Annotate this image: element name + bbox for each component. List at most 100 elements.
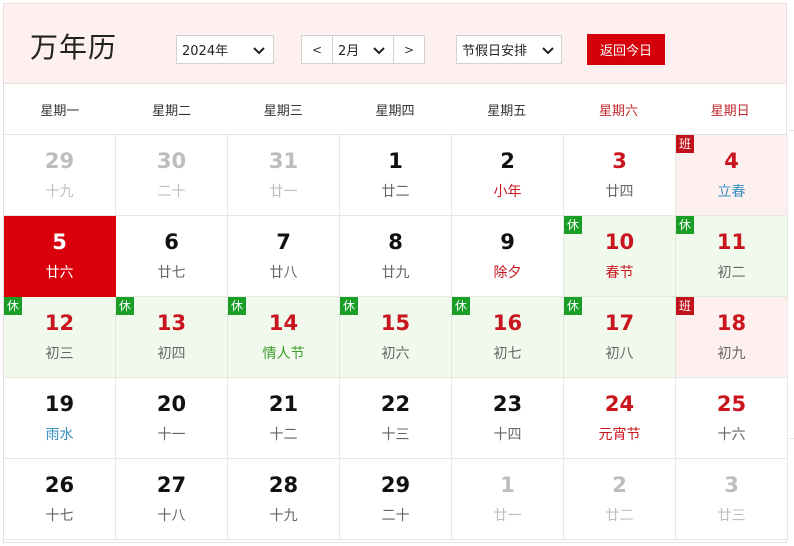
day-number: 6 <box>164 230 179 254</box>
calendar-day-cell[interactable]: 班 4 立春 <box>676 135 788 216</box>
lunar-date: 十二 <box>269 427 298 443</box>
lunar-date: 立春 <box>717 184 746 200</box>
day-number: 15 <box>380 311 411 335</box>
calendar-day-cell[interactable]: 2 小年 <box>452 135 564 216</box>
calendar-day-cell[interactable]: 28 十九 <box>228 459 340 540</box>
day-number: 8 <box>388 230 403 254</box>
calendar-day-cell[interactable]: 7 廿八 <box>228 216 340 297</box>
lunar-date: 初四 <box>157 346 186 362</box>
month-select[interactable]: 2月 <box>332 36 394 63</box>
page-title: 万年历 <box>30 31 118 64</box>
calendar-day-cell[interactable]: 休 14 情人节 <box>228 297 340 378</box>
day-number: 13 <box>156 311 187 335</box>
day-number: 17 <box>604 311 635 335</box>
day-number: 10 <box>604 230 635 254</box>
calendar-day-cell[interactable]: 30 二十 <box>116 135 228 216</box>
next-month-button[interactable]: > <box>394 36 424 63</box>
day-number: 19 <box>44 392 75 416</box>
lunar-date: 初六 <box>381 346 410 362</box>
day-number: 16 <box>492 311 523 335</box>
chevron-down-icon <box>253 46 265 54</box>
day-number: 30 <box>156 149 187 173</box>
day-number: 29 <box>380 473 411 497</box>
lunar-date: 十六 <box>717 427 746 443</box>
day-number: 9 <box>500 230 515 254</box>
lunar-date: 初八 <box>605 346 634 362</box>
calendar-day-cell[interactable]: 1 廿二 <box>340 135 452 216</box>
calendar-week-row: 5 廿六 6 廿七 7 廿八 8 廿九 9 除夕休 10 春节休 11 初二 <box>4 216 788 297</box>
day-number: 3 <box>724 473 739 497</box>
calendar-day-cell[interactable]: 休 13 初四 <box>116 297 228 378</box>
calendar-day-cell[interactable]: 休 11 初二 <box>676 216 788 297</box>
day-number: 14 <box>268 311 299 335</box>
chevron-down-icon <box>373 46 385 54</box>
calendar-day-cell[interactable]: 3 廿三 <box>676 459 788 540</box>
calendar-day-cell[interactable]: 班 18 初九 <box>676 297 788 378</box>
lunar-date: 十一 <box>157 427 186 443</box>
lunar-date: 初二 <box>717 265 746 281</box>
day-number: 3 <box>612 149 627 173</box>
calendar-day-cell[interactable]: 休 12 初三 <box>4 297 116 378</box>
month-selector: < 2月 > <box>301 35 425 64</box>
calendar-day-cell[interactable]: 休 10 春节 <box>564 216 676 297</box>
day-number: 21 <box>268 392 299 416</box>
holiday-select[interactable]: 节假日安排 <box>456 35 562 64</box>
calendar-day-cell[interactable]: 休 15 初六 <box>340 297 452 378</box>
lunar-date: 廿四 <box>605 184 634 200</box>
calendar-week-row: 29 十九 30 二十 31 廿一 1 廿二 2 小年 3 廿四班 4 立春 <box>4 135 788 216</box>
lunar-date: 廿八 <box>269 265 298 281</box>
calendar-day-cell[interactable]: 29 二十 <box>340 459 452 540</box>
weekday-label: 星期三 <box>263 103 303 119</box>
lunar-date: 二十 <box>381 508 410 524</box>
calendar-grid: 29 十九 30 二十 31 廿一 1 廿二 2 小年 3 廿四班 4 立春 5 廿六 6 廿七 7 廿八 8 廿九 9 除夕… <box>4 135 788 540</box>
day-number: 18 <box>716 311 747 335</box>
year-value: 2024年 <box>182 44 229 59</box>
day-number: 24 <box>604 392 635 416</box>
calendar-day-cell-today[interactable]: 5 廿六 <box>4 216 116 297</box>
calendar-day-cell[interactable]: 2 廿二 <box>564 459 676 540</box>
calendar-week-row: 26 十七 27 十八 28 十九 29 二十 1 廿一 2 廿二 3 廿三 <box>4 459 788 540</box>
lunar-date: 十九 <box>269 508 298 524</box>
calendar-day-cell[interactable]: 27 十八 <box>116 459 228 540</box>
day-number: 2 <box>500 149 515 173</box>
calendar-day-cell[interactable]: 25 十六 <box>676 378 788 459</box>
day-number: 4 <box>724 149 739 173</box>
day-number: 12 <box>44 311 75 335</box>
calendar-header: 万年历 2024年 < 2月 > 节假日安排 返回今日 <box>4 4 786 84</box>
lunar-date: 廿二 <box>605 508 634 524</box>
calendar-day-cell[interactable]: 20 十一 <box>116 378 228 459</box>
weekday-label: 星期四 <box>375 103 415 119</box>
calendar-day-cell[interactable]: 8 廿九 <box>340 216 452 297</box>
back-to-today-button[interactable]: 返回今日 <box>587 34 665 65</box>
calendar-day-cell[interactable]: 3 廿四 <box>564 135 676 216</box>
lunar-date: 十七 <box>45 508 74 524</box>
day-number: 25 <box>716 392 747 416</box>
calendar-day-cell[interactable]: 26 十七 <box>4 459 116 540</box>
day-number: 5 <box>52 230 67 254</box>
day-number: 26 <box>44 473 75 497</box>
calendar-day-cell[interactable]: 1 廿一 <box>452 459 564 540</box>
lunar-date: 廿二 <box>381 184 410 200</box>
day-number: 23 <box>492 392 523 416</box>
divider <box>789 438 794 439</box>
lunar-date: 初七 <box>493 346 522 362</box>
calendar-day-cell[interactable]: 31 廿一 <box>228 135 340 216</box>
calendar-day-cell[interactable]: 29 十九 <box>4 135 116 216</box>
divider <box>789 130 794 131</box>
calendar-day-cell[interactable]: 23 十四 <box>452 378 564 459</box>
prev-month-button[interactable]: < <box>302 36 332 63</box>
calendar-day-cell[interactable]: 休 16 初七 <box>452 297 564 378</box>
calendar-day-cell[interactable]: 24 元宵节 <box>564 378 676 459</box>
calendar-day-cell[interactable]: 6 廿七 <box>116 216 228 297</box>
lunar-date: 情人节 <box>262 346 305 362</box>
calendar-day-cell[interactable]: 22 十三 <box>340 378 452 459</box>
calendar-day-cell[interactable]: 9 除夕 <box>452 216 564 297</box>
calendar-day-cell[interactable]: 21 十二 <box>228 378 340 459</box>
lunar-date: 十四 <box>493 427 522 443</box>
calendar-day-cell[interactable]: 19 雨水 <box>4 378 116 459</box>
weekday-label: 星期五 <box>487 103 527 119</box>
calendar-day-cell[interactable]: 休 17 初八 <box>564 297 676 378</box>
year-select[interactable]: 2024年 <box>176 35 274 64</box>
calendar-week-row: 19 雨水 20 十一 21 十二 22 十三 23 十四 24 元宵节 25 十六 <box>4 378 788 459</box>
day-number: 31 <box>268 149 299 173</box>
